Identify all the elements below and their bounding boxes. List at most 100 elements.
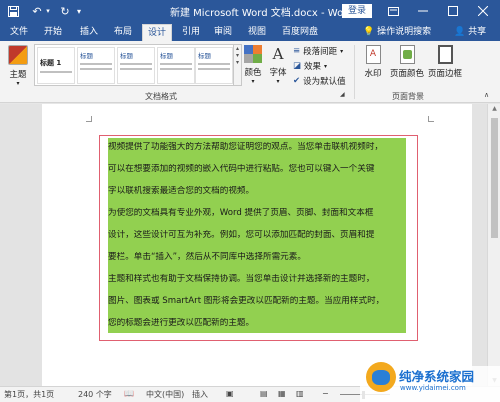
print-layout-icon[interactable]: ▦ xyxy=(278,389,286,398)
paragraph-line[interactable]: 主题和样式也有助于文档保持协调。当您单击设计并选择新的主题时， xyxy=(108,274,408,285)
colors-button[interactable]: 颜色 ▾ xyxy=(242,45,264,89)
fonts-button[interactable]: A 字体 ▾ xyxy=(266,45,290,89)
fonts-label: 字体 xyxy=(269,68,287,78)
vertical-scrollbar[interactable]: ▲ ▼ xyxy=(487,104,500,386)
style-thumb-1[interactable]: 标题 1 xyxy=(37,47,75,84)
page-color-button[interactable]: 页面颜色 xyxy=(388,45,426,89)
style-thumb-line xyxy=(198,63,230,65)
page-borders-label: 页面边框 xyxy=(427,69,462,79)
gallery-scroll[interactable]: ▴ ▾ ▾ xyxy=(234,44,242,86)
watermark-label: 水印 xyxy=(364,69,382,79)
paragraph-spacing-button[interactable]: ≡ 段落间距 ▾ xyxy=(293,45,343,57)
login-button[interactable]: 登录 xyxy=(342,4,372,18)
paragraph-line[interactable]: 字以联机搜索最适合您的文档的视频。 xyxy=(108,186,408,197)
close-icon[interactable] xyxy=(472,2,494,20)
checkmark-icon: ✔ xyxy=(293,76,301,86)
line-text: 主题和样式也有助于文档保持协调。当您单击设计并选择新的主题时， xyxy=(108,274,375,284)
line-text: 可以在想要添加的视频的嵌入代码中进行粘贴。您也可以键入一个关键 xyxy=(108,164,375,174)
paragraph-line[interactable]: 为使您的文档具有专业外观，Word 提供了页眉、页脚、封面和文本框 xyxy=(108,208,408,219)
tab-baidu-netdisk[interactable]: 百度网盘 xyxy=(280,24,320,41)
save-icon[interactable] xyxy=(6,3,20,19)
paragraph-line[interactable]: 设计，这些设计可互为补充。例如，您可以添加匹配的封面、页眉和提 xyxy=(108,230,408,241)
paragraph-spacing-icon: ≡ xyxy=(293,46,301,56)
margin-mark xyxy=(86,116,92,122)
share-label: 共享 xyxy=(468,27,487,37)
page-borders-button[interactable]: 页面边框 xyxy=(426,45,464,89)
watermark-button[interactable]: A 水印 xyxy=(360,45,386,89)
tab-review[interactable]: 审阅 xyxy=(212,24,234,41)
customize-quick-access-icon[interactable]: ▾ xyxy=(74,3,84,19)
undo-icon[interactable]: ↶ xyxy=(30,3,44,19)
theme-button[interactable]: 主题 ▾ xyxy=(4,45,32,89)
line-text: 设计，这些设计可互为补充。例如，您可以添加匹配的封面、页眉和提 xyxy=(108,230,375,240)
macro-icon[interactable]: ▣ xyxy=(226,389,234,398)
watermark-icon: A xyxy=(365,45,381,64)
dialog-launcher-icon[interactable]: ◢ xyxy=(340,91,345,98)
colors-label: 颜色 xyxy=(244,68,262,78)
tab-file[interactable]: 文件 xyxy=(8,24,30,41)
tab-insert[interactable]: 插入 xyxy=(78,24,100,41)
window-title: 新建 Microsoft Word 文档.docx - Word xyxy=(170,8,354,19)
set-default-label: 设为默认值 xyxy=(303,77,346,87)
paragraph-line[interactable]: 图片、图表或 SmartArt 图形将会更改以匹配新的主题。当应用样式时， xyxy=(108,296,408,307)
page-count-status[interactable]: 第1页，共1页 xyxy=(4,389,54,400)
line-text: 视频提供了功能强大的方法帮助您证明您的观点。当您单击联机视频时， xyxy=(108,142,384,152)
minimize-icon[interactable] xyxy=(412,2,434,20)
read-mode-icon[interactable]: ▤ xyxy=(260,389,268,398)
web-layout-icon[interactable]: ▥ xyxy=(296,389,304,398)
chevron-down-icon: ▾ xyxy=(276,78,280,85)
style-thumb-line xyxy=(120,63,152,65)
line-text: 图片、图表或 SmartArt 图形将会更改以匹配新的主题。当应用样式时， xyxy=(108,296,385,306)
scroll-up-icon[interactable]: ▲ xyxy=(488,104,500,114)
margin-mark xyxy=(428,116,434,122)
line-text: 要栏。单击“插入”，然后从不同库中选择所需元素。 xyxy=(108,252,306,262)
effects-label: 效果 xyxy=(304,62,322,72)
zoom-out-icon[interactable]: − xyxy=(322,389,329,398)
paragraph-line[interactable]: 视频提供了功能强大的方法帮助您证明您的观点。当您单击联机视频时， xyxy=(108,142,408,153)
style-thumb-label: 标题 xyxy=(160,52,173,60)
style-thumb-label: 标题 xyxy=(120,52,133,60)
insert-mode-status[interactable]: 插入 xyxy=(192,389,208,400)
effects-icon: ◪ xyxy=(293,61,302,71)
style-thumb-4[interactable]: 标题 xyxy=(157,47,195,84)
styles-gallery[interactable]: 标题 1 标题 标题 标题 标题 xyxy=(34,44,234,86)
paragraph-line[interactable]: 要栏。单击“插入”，然后从不同库中选择所需元素。 xyxy=(108,252,408,263)
paragraph-spacing-label: 段落间距 xyxy=(303,47,338,57)
paragraph-line[interactable]: 您的标题会进行更改以匹配新的主题。 xyxy=(108,318,408,329)
style-thumb-label: 标题 xyxy=(80,52,93,60)
word-count-status[interactable]: 240 个字 xyxy=(78,389,112,400)
title-bar: ↶ ▾ ↻ ▾ 新建 Microsoft Word 文档.docx - Word… xyxy=(0,0,500,22)
tab-design[interactable]: 设计 xyxy=(142,24,172,41)
scrollbar-thumb[interactable] xyxy=(491,118,498,238)
redo-icon[interactable]: ↻ xyxy=(58,3,72,19)
undo-dropdown-icon[interactable]: ▾ xyxy=(44,3,52,19)
chevron-down-icon: ▾ xyxy=(251,78,255,85)
chevron-down-icon: ▾ xyxy=(324,62,328,70)
tab-layout[interactable]: 布局 xyxy=(112,24,134,41)
style-thumb-line xyxy=(80,63,112,65)
collapse-ribbon-icon[interactable]: ∧ xyxy=(484,91,489,99)
tell-me-search[interactable]: 💡 操作说明搜索 xyxy=(363,24,431,41)
language-status[interactable]: 中文(中国) xyxy=(146,389,184,400)
document-formatting-group-label: 文档格式 xyxy=(145,92,177,101)
chevron-down-icon: ▾ xyxy=(340,47,344,55)
style-thumb-5[interactable]: 标题 xyxy=(195,47,233,84)
set-as-default-button[interactable]: ✔ 设为默认值 xyxy=(293,75,346,87)
tab-home[interactable]: 开始 xyxy=(42,24,64,41)
style-thumb-2[interactable]: 标题 xyxy=(77,47,115,84)
logo-name: 纯净系统家园 xyxy=(399,369,475,384)
tab-references[interactable]: 引用 xyxy=(180,24,202,41)
style-thumb-3[interactable]: 标题 xyxy=(117,47,155,84)
effects-button[interactable]: ◪ 效果 ▾ xyxy=(293,60,327,72)
site-watermark-logo: 纯净系统家园 www.yidaimei.com xyxy=(366,362,500,402)
proofing-icon[interactable]: 📖 xyxy=(124,389,134,398)
ribbon-display-options-icon[interactable] xyxy=(382,2,404,20)
theme-icon xyxy=(8,45,28,65)
maximize-icon[interactable] xyxy=(442,2,464,20)
share-button[interactable]: 👤 共享 xyxy=(454,24,486,41)
style-thumb-line xyxy=(160,63,192,65)
paragraph-line[interactable]: 可以在想要添加的视频的嵌入代码中进行粘贴。您也可以键入一个关键 xyxy=(108,164,408,175)
group-separator xyxy=(354,45,355,99)
line-text: 您的标题会进行更改以匹配新的主题。 xyxy=(108,318,255,328)
tab-view[interactable]: 视图 xyxy=(246,24,268,41)
